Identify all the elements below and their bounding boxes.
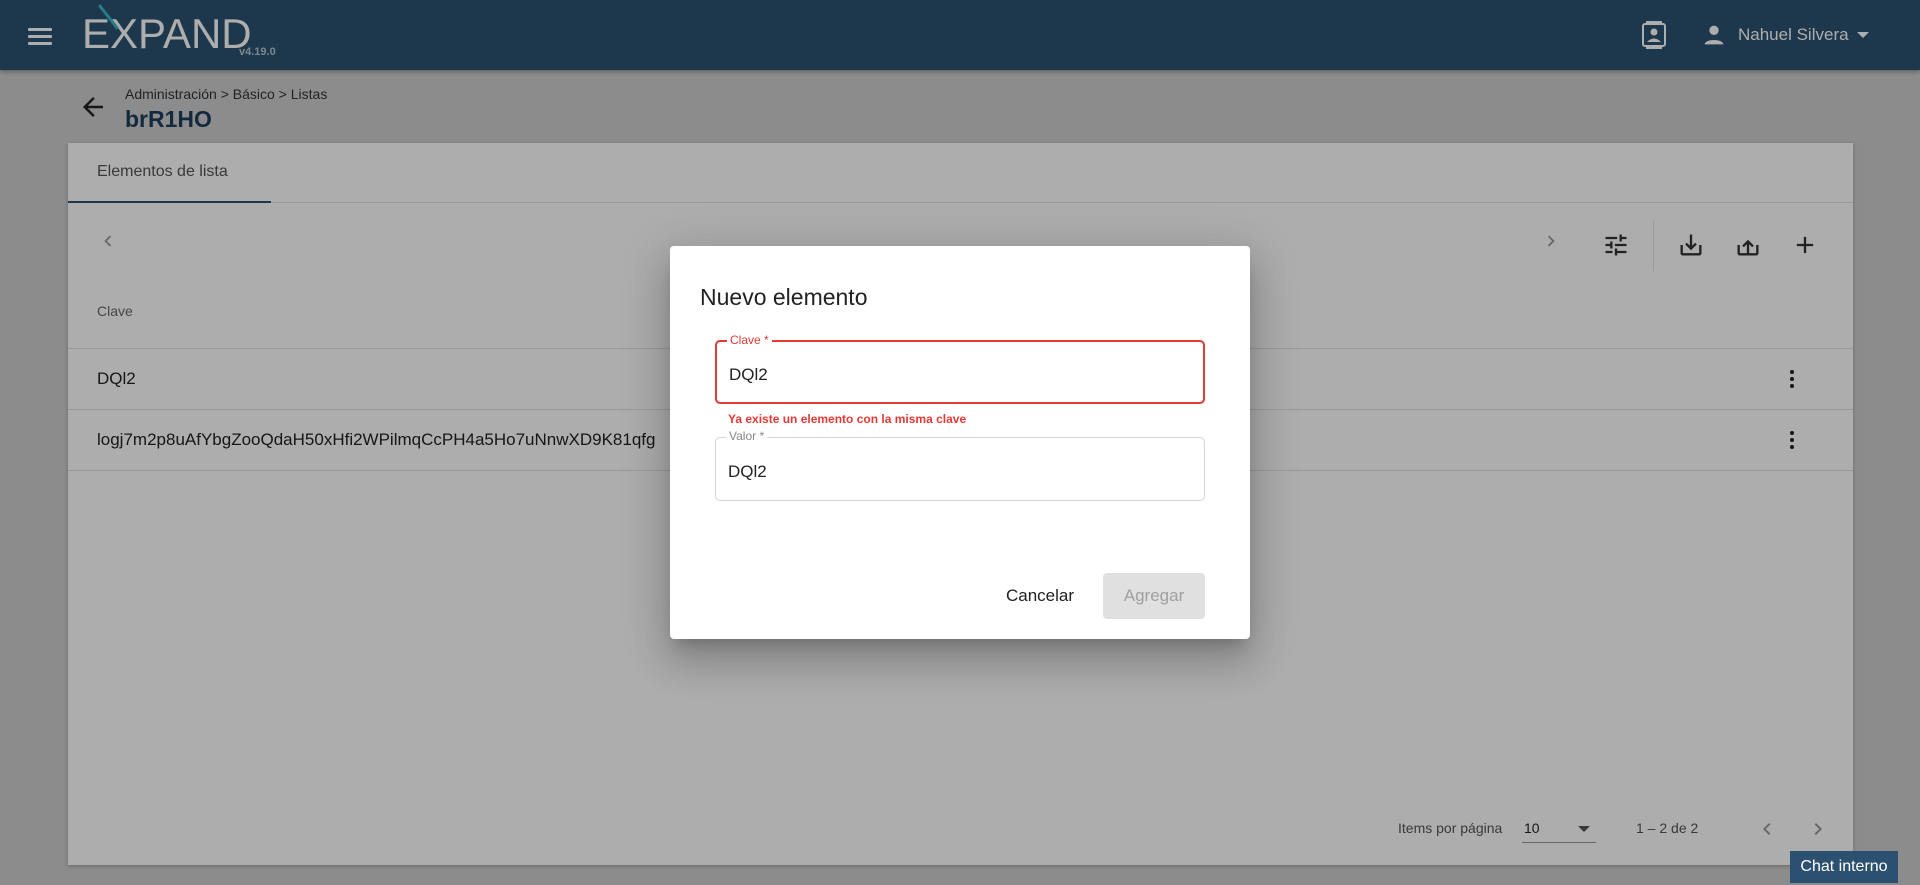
chat-interno-button[interactable]: Chat interno [1790,851,1898,883]
clave-field-label: Clave * [727,333,772,347]
valor-field[interactable]: Valor * DQl2 [715,429,1205,501]
clave-field[interactable]: Clave * DQl2 [715,333,1205,404]
clave-field-value: DQl2 [729,365,768,384]
nuevo-elemento-dialog: Nuevo elemento Clave * DQl2 Ya existe un… [670,246,1250,639]
valor-field-label: Valor * [726,429,768,443]
clave-error-message: Ya existe un elemento con la misma clave [728,412,967,426]
cancel-button[interactable]: Cancelar [993,573,1087,619]
add-button[interactable]: Agregar [1103,573,1205,619]
valor-field-value: DQl2 [728,462,767,481]
dialog-title: Nuevo elemento [700,284,868,310]
